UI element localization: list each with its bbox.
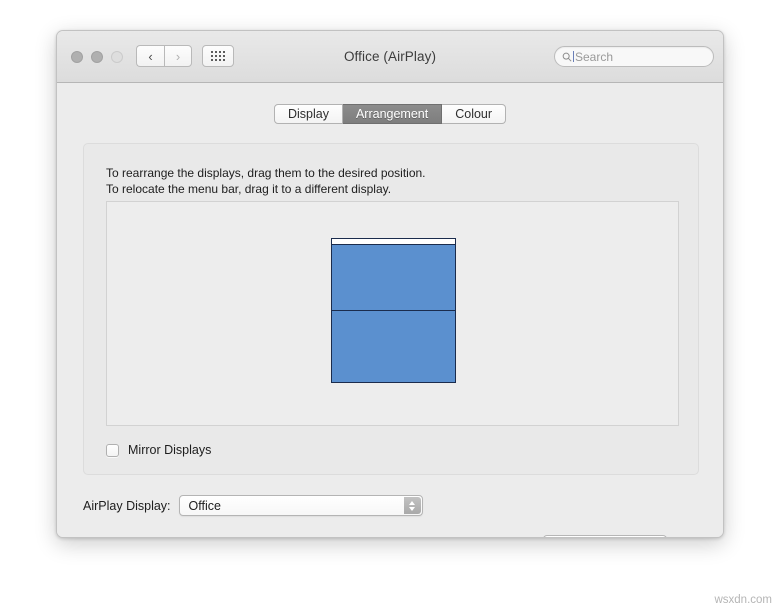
secondary-display[interactable] <box>331 310 456 383</box>
airplay-display-value: Office <box>188 498 221 513</box>
tab-bar: Display Arrangement Colour <box>57 104 723 124</box>
primary-display[interactable] <box>331 238 456 311</box>
airplay-display-select[interactable]: Office <box>178 495 423 516</box>
help-button[interactable]: ? <box>680 536 701 537</box>
footer-actions: Gather Windows ? <box>542 535 701 537</box>
display-arrangement-canvas[interactable] <box>106 201 679 426</box>
footer-row: Show mirroring options in the menu bar w… <box>83 535 701 537</box>
search-input[interactable]: Search <box>554 46 714 67</box>
arrangement-panel: To rearrange the displays, drag them to … <box>83 143 699 475</box>
chevron-updown-icon[interactable] <box>403 497 421 514</box>
mirror-displays-row[interactable]: Mirror Displays <box>106 443 211 457</box>
tab-arrangement-label: Arrangement <box>355 107 429 121</box>
tab-arrangement[interactable]: Arrangement <box>342 104 443 124</box>
system-preferences-window: ‹ › Office (AirPlay) Search Display Arra… <box>56 30 724 538</box>
instructions-text: To rearrange the displays, drag them to … <box>106 165 426 197</box>
tab-display-label: Display <box>287 107 329 121</box>
mirror-displays-checkbox[interactable] <box>106 443 119 457</box>
menu-bar-strip[interactable] <box>332 239 455 245</box>
airplay-display-row: AirPlay Display: Office <box>83 495 423 516</box>
mirror-displays-label: Mirror Displays <box>128 443 212 457</box>
tab-colour-label: Colour <box>455 107 493 121</box>
text-caret <box>573 51 574 62</box>
tab-colour[interactable]: Colour <box>442 104 507 124</box>
instruction-line-2: To relocate the menu bar, drag it to a d… <box>106 182 392 196</box>
gather-windows-button[interactable]: Gather Windows <box>542 535 667 537</box>
tab-display[interactable]: Display <box>273 104 343 124</box>
airplay-display-label: AirPlay Display: <box>83 498 171 513</box>
instruction-line-1: To rearrange the displays, drag them to … <box>106 166 426 180</box>
preferences-content: Display Arrangement Colour To rearrange … <box>57 83 723 537</box>
search-placeholder: Search <box>575 49 614 64</box>
window-titlebar: ‹ › Office (AirPlay) Search <box>57 31 723 83</box>
watermark: wsxdn.com <box>714 594 772 606</box>
search-icon <box>562 52 572 62</box>
